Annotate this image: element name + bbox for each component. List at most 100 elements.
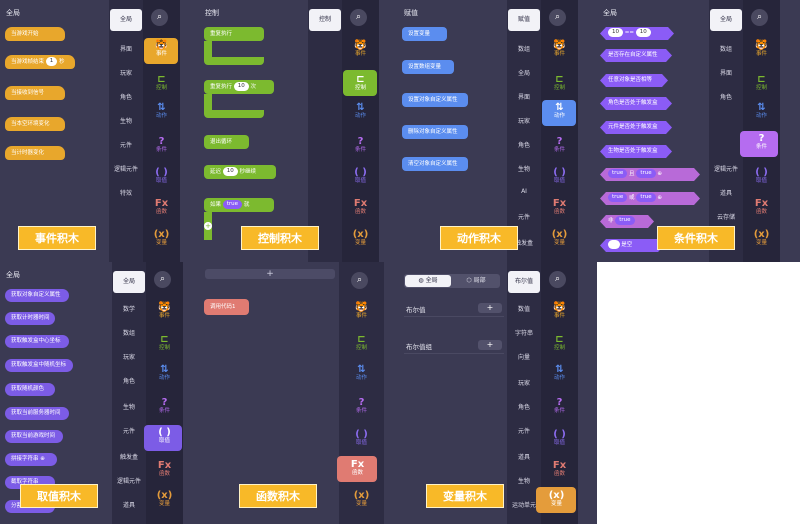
category-item[interactable]: 逻辑元件 xyxy=(112,476,146,485)
event-icon[interactable]: 🐯 事件 xyxy=(541,40,578,58)
control-icon[interactable]: ⊏ 控制 xyxy=(143,74,180,92)
category-item[interactable]: 特效 xyxy=(109,188,143,197)
operator[interactable]: == xyxy=(625,30,634,36)
variable-icon[interactable]: (x) 变量 xyxy=(538,490,575,508)
add-icon[interactable]: ⊕ xyxy=(657,171,662,177)
value-oval[interactable] xyxy=(608,240,620,249)
search-icon[interactable]: ⌕ xyxy=(751,9,768,26)
category-item[interactable]: 向量 xyxy=(507,352,541,361)
condition-icon[interactable]: ? 条件 xyxy=(541,397,578,415)
block-get-server-time[interactable]: 获取当前服务器时间 xyxy=(5,407,69,420)
event-icon[interactable]: 🐯 事件 xyxy=(343,302,380,320)
value-icon[interactable]: ( ) 取值 xyxy=(342,167,379,185)
block-delete-custom-attr[interactable]: 删除对象自定义属性 xyxy=(402,125,468,139)
block-element-in-trigger[interactable]: 元件是否处于触发盒 xyxy=(600,121,672,134)
category-item[interactable]: 玩家 xyxy=(109,68,143,77)
block-and[interactable]: true 且 true ⊕ xyxy=(600,168,700,181)
condition-icon[interactable]: ? 条件 xyxy=(342,136,379,154)
block-character-in-trigger[interactable]: 角色是否处于触发盒 xyxy=(600,97,672,110)
variable-icon[interactable]: (x) 变量 xyxy=(541,229,578,247)
category-item[interactable]: 界面 xyxy=(507,92,541,101)
category-selected[interactable]: 全局 xyxy=(113,271,145,293)
function-icon[interactable]: Fx 函数 xyxy=(146,460,183,478)
block-not[interactable]: 非 true xyxy=(600,215,654,228)
function-icon[interactable]: Fx 函数 xyxy=(143,198,180,216)
bool-slot[interactable]: true xyxy=(636,169,655,178)
block-get-game-time[interactable]: 获取当前游戏时间 xyxy=(5,430,63,443)
bool-slot[interactable]: true xyxy=(608,193,627,202)
search-icon[interactable]: ⌕ xyxy=(151,9,168,26)
category-item[interactable]: 角色 xyxy=(709,92,743,101)
block-timer-change[interactable]: 当计时器变化 xyxy=(5,146,65,160)
condition-icon[interactable]: ? 条件 xyxy=(146,397,183,415)
event-icon[interactable]: 🐯 事件 xyxy=(146,302,183,320)
category-item[interactable]: 元件 xyxy=(507,426,541,435)
category-item[interactable]: 逻辑元件 xyxy=(109,164,143,173)
value-icon[interactable]: ( ) 取值 xyxy=(143,167,180,185)
category-item[interactable]: 数学 xyxy=(112,304,146,313)
category-item[interactable]: 数组 xyxy=(709,44,743,53)
category-selected[interactable]: 布尔值 xyxy=(508,271,540,293)
category-item[interactable]: 玩家 xyxy=(507,116,541,125)
block-has-custom-attr[interactable]: 是否存在自定义属性 xyxy=(600,49,672,62)
block-receive-signal[interactable]: 当接收到信号 xyxy=(5,86,65,100)
action-icon[interactable]: ⇅ 动作 xyxy=(342,102,379,120)
category-selected[interactable]: 全局 xyxy=(110,9,142,31)
value-icon[interactable]: ( ) 取值 xyxy=(146,427,183,445)
event-icon[interactable]: 🐯 事件 xyxy=(743,40,780,58)
block-set-array-variable[interactable]: 设置数组变量 xyxy=(402,60,454,74)
variable-row-boolean[interactable]: 布尔值 + xyxy=(404,302,504,317)
function-icon[interactable]: Fx 函数 xyxy=(339,459,376,477)
control-icon[interactable]: ⊏ 控制 xyxy=(541,74,578,92)
block-env-change[interactable]: 当本空环境变化 xyxy=(5,117,65,131)
scope-tab-local[interactable]: ⬡ 局部 xyxy=(453,275,499,287)
category-item[interactable]: 界面 xyxy=(109,44,143,53)
category-item[interactable]: 生物 xyxy=(109,116,143,125)
action-icon[interactable]: ⇅ 动作 xyxy=(743,102,780,120)
value-icon[interactable]: ( ) 取值 xyxy=(541,429,578,447)
control-icon[interactable]: ⊏ 控制 xyxy=(343,334,380,352)
condition-slot[interactable]: true xyxy=(222,200,243,209)
category-item[interactable]: 道具 xyxy=(709,188,743,197)
value-oval[interactable]: 10 xyxy=(636,28,651,37)
condition-icon[interactable]: ? 条件 xyxy=(143,136,180,154)
value-oval[interactable]: 10 xyxy=(233,82,249,91)
variable-icon[interactable]: (x) 变量 xyxy=(146,490,183,508)
action-icon[interactable]: ⇅ 动作 xyxy=(541,102,578,120)
category-item[interactable]: 界面 xyxy=(709,68,743,77)
category-item[interactable]: 数值 xyxy=(507,304,541,313)
bool-slot[interactable]: true xyxy=(636,193,655,202)
bool-slot[interactable]: true xyxy=(608,169,627,178)
block-get-timer[interactable]: 获取计时器时间 xyxy=(5,312,55,325)
category-item[interactable]: 触发盒 xyxy=(112,452,146,461)
variable-icon[interactable]: (x) 变量 xyxy=(143,229,180,247)
category-item[interactable]: 生物 xyxy=(507,476,541,485)
category-selected[interactable]: 赋值 xyxy=(508,9,540,31)
condition-icon[interactable]: ? 条件 xyxy=(343,397,380,415)
block-game-start[interactable]: 当游戏开始 xyxy=(5,27,65,41)
add-icon[interactable]: ⊕ xyxy=(40,456,45,462)
block-delay[interactable]: 延迟 10 秒继续 xyxy=(204,165,276,179)
scope-toggle[interactable]: ◍ 全局 ⬡ 局部 xyxy=(404,274,500,288)
event-icon[interactable]: 🐯 事件 xyxy=(342,40,379,58)
category-selected[interactable]: 控制 xyxy=(309,9,341,31)
function-icon[interactable]: Fx 函数 xyxy=(541,198,578,216)
function-icon[interactable]: Fx 函数 xyxy=(743,198,780,216)
add-button[interactable]: + xyxy=(478,340,502,350)
block-break-loop[interactable]: 退出循环 xyxy=(204,135,249,149)
control-icon[interactable]: ⊏ 控制 xyxy=(541,334,578,352)
search-icon[interactable]: ⌕ xyxy=(351,272,368,289)
operator[interactable]: 或 xyxy=(629,195,635,201)
category-item[interactable]: 生物 xyxy=(507,164,541,173)
block-get-trigger-center[interactable]: 获取触发盒中心坐标 xyxy=(5,335,69,348)
value-icon[interactable]: ( ) 取值 xyxy=(343,429,380,447)
function-icon[interactable]: Fx 函数 xyxy=(541,460,578,478)
category-item[interactable]: AI xyxy=(507,188,541,195)
category-item[interactable]: 角色 xyxy=(109,92,143,101)
block-objects-equal[interactable]: 任意对象是否相等 xyxy=(600,74,668,87)
category-item[interactable]: 元件 xyxy=(109,140,143,149)
category-item[interactable]: 角色 xyxy=(112,376,146,385)
search-icon[interactable]: ⌕ xyxy=(350,9,367,26)
category-item[interactable]: 云存储 xyxy=(709,212,743,221)
block-frame-end[interactable]: 当游戏帧结束 1 秒 xyxy=(5,55,75,69)
